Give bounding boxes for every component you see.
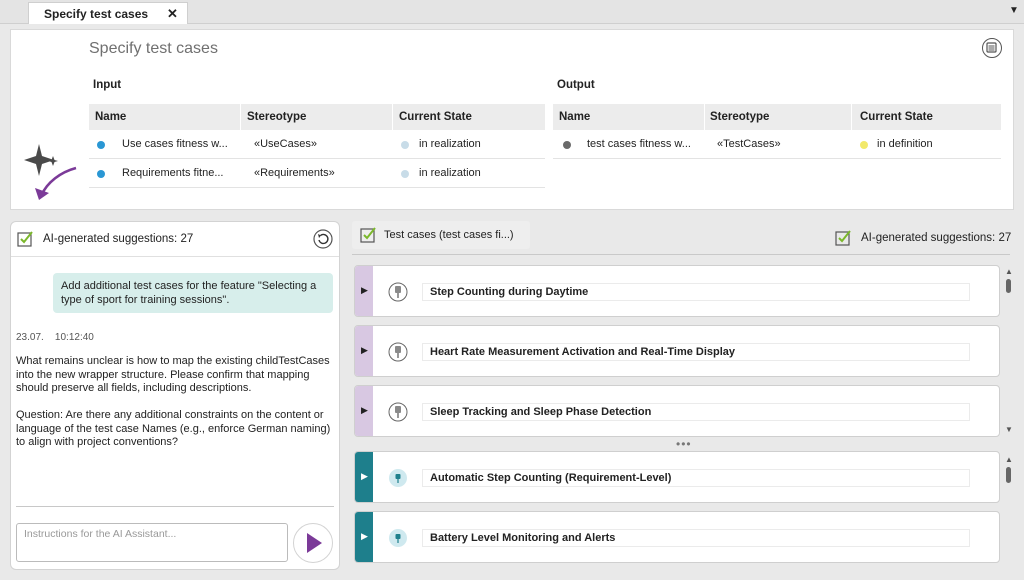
column-name: Name bbox=[95, 111, 127, 123]
test-case-card[interactable]: ▶ Automatic Step Counting (Requirement-L… bbox=[354, 451, 1000, 503]
page-title: Specify test cases bbox=[89, 40, 218, 57]
scrollbar-thumb[interactable] bbox=[1006, 279, 1011, 293]
row-name: test cases fitness w... bbox=[587, 138, 691, 150]
chat-suggestions-count: AI-generated suggestions: 27 bbox=[43, 233, 194, 245]
ai-chat-panel: AI-generated suggestions: 27 Add additio… bbox=[10, 221, 340, 570]
test-case-title[interactable]: Step Counting during Daytime bbox=[422, 283, 970, 301]
pin-icon bbox=[388, 282, 408, 302]
play-icon bbox=[307, 533, 322, 553]
tab-strip: Specify test cases ✕ ▼ bbox=[0, 0, 1024, 24]
message-timestamp: 23.07. 10:12:40 bbox=[16, 332, 94, 343]
input-section-title: Input bbox=[93, 79, 122, 91]
row-name: Requirements fitne... bbox=[122, 167, 224, 179]
test-case-title[interactable]: Battery Level Monitoring and Alerts bbox=[422, 529, 970, 547]
state-dot bbox=[401, 141, 409, 149]
divider bbox=[11, 256, 339, 257]
test-case-card[interactable]: ▶ Heart Rate Measurement Activation and … bbox=[354, 325, 1000, 377]
task-header-panel: Specify test cases Input Name Stereotype… bbox=[10, 29, 1014, 210]
assistant-reply: What remains unclear is how to map the e… bbox=[16, 355, 331, 448]
splitter-handle[interactable]: ••• bbox=[676, 437, 692, 451]
table-row[interactable]: Use cases fitness w... «UseCases» in rea… bbox=[89, 130, 545, 159]
row-stereotype: «UseCases» bbox=[254, 138, 317, 150]
expand-icon[interactable]: ▶ bbox=[361, 471, 368, 482]
close-icon[interactable]: ✕ bbox=[167, 6, 178, 22]
element-type-dot bbox=[563, 141, 571, 149]
expand-icon[interactable]: ▶ bbox=[361, 531, 368, 542]
row-state: in definition bbox=[877, 138, 933, 150]
column-stereotype: Stereotype bbox=[710, 111, 770, 123]
row-stereotype: «TestCases» bbox=[717, 138, 781, 150]
checklist-icon bbox=[17, 231, 33, 247]
test-case-title[interactable]: Automatic Step Counting (Requirement-Lev… bbox=[422, 469, 970, 487]
tab-menu-icon[interactable]: ▼ bbox=[1009, 5, 1019, 16]
tab-label: Test cases (test cases fi...) bbox=[384, 229, 514, 241]
scrollbar-thumb[interactable] bbox=[1006, 467, 1011, 483]
row-state: in realization bbox=[419, 167, 481, 179]
pin-icon bbox=[389, 529, 407, 547]
state-dot bbox=[860, 141, 868, 149]
scroll-down-icon[interactable]: ▼ bbox=[1005, 425, 1013, 434]
divider bbox=[352, 254, 1010, 255]
expand-icon[interactable]: ▶ bbox=[361, 285, 368, 296]
checklist-icon[interactable] bbox=[835, 229, 852, 246]
column-state: Current State bbox=[399, 111, 472, 123]
tab-title: Specify test cases bbox=[44, 7, 149, 21]
output-section-title: Output bbox=[557, 79, 595, 91]
table-row[interactable]: test cases fitness w... «TestCases» in d… bbox=[553, 130, 1001, 159]
suggestions-count: AI-generated suggestions: 27 bbox=[861, 232, 1012, 244]
pin-icon bbox=[389, 469, 407, 487]
test-case-card[interactable]: ▶ Step Counting during Daytime bbox=[354, 265, 1000, 317]
row-state: in realization bbox=[419, 138, 481, 150]
row-stereotype: «Requirements» bbox=[254, 167, 335, 179]
table-row[interactable]: Requirements fitne... «Requirements» in … bbox=[89, 159, 545, 188]
expand-icon[interactable]: ▶ bbox=[361, 405, 368, 416]
output-table-header: Name Stereotype Current State bbox=[553, 104, 1001, 130]
state-dot bbox=[401, 170, 409, 178]
test-case-title[interactable]: Sleep Tracking and Sleep Phase Detection bbox=[422, 403, 970, 421]
test-case-card[interactable]: ▶ Sleep Tracking and Sleep Phase Detecti… bbox=[354, 385, 1000, 437]
checklist-icon bbox=[360, 227, 376, 243]
divider bbox=[16, 506, 334, 507]
ai-instructions-input[interactable]: Instructions for the AI Assistant... bbox=[16, 523, 288, 562]
column-stereotype: Stereotype bbox=[247, 111, 307, 123]
column-name: Name bbox=[559, 111, 591, 123]
scroll-up-icon[interactable]: ▲ bbox=[1005, 267, 1013, 276]
row-name: Use cases fitness w... bbox=[122, 138, 228, 150]
column-state: Current State bbox=[860, 111, 933, 123]
reset-icon[interactable] bbox=[313, 229, 333, 249]
scroll-up-icon[interactable]: ▲ bbox=[1005, 455, 1013, 464]
element-type-dot bbox=[97, 170, 105, 178]
send-button[interactable] bbox=[293, 523, 333, 563]
pin-icon bbox=[388, 402, 408, 422]
user-message-bubble: Add additional test cases for the featur… bbox=[53, 273, 333, 313]
test-case-card[interactable]: ▶ Battery Level Monitoring and Alerts bbox=[354, 511, 1000, 563]
input-table-header: Name Stereotype Current State bbox=[89, 104, 545, 130]
details-icon-button[interactable] bbox=[982, 38, 1002, 58]
expand-icon[interactable]: ▶ bbox=[361, 345, 368, 356]
pin-icon bbox=[388, 342, 408, 362]
tab-test-cases[interactable]: Test cases (test cases fi...) bbox=[352, 221, 530, 249]
test-case-title[interactable]: Heart Rate Measurement Activation and Re… bbox=[422, 343, 970, 361]
element-type-dot bbox=[97, 141, 105, 149]
test-cases-panel: Test cases (test cases fi...) AI-generat… bbox=[348, 221, 1018, 573]
tab-specify-test-cases[interactable]: Specify test cases ✕ bbox=[28, 2, 188, 24]
ai-sparkle-icon bbox=[24, 144, 77, 200]
